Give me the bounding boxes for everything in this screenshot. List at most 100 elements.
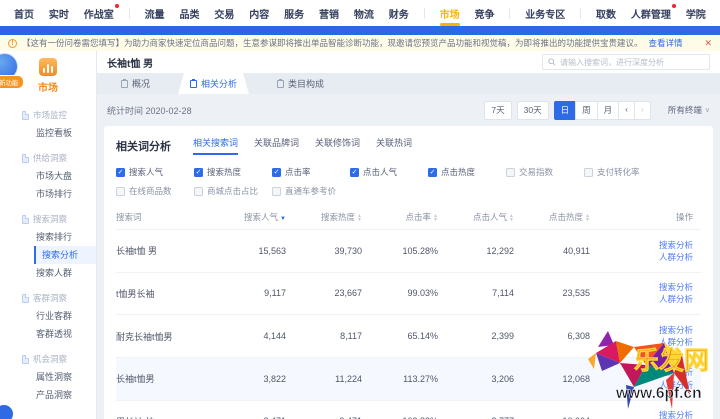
related-words-card: 相关词分析 相关搜索词关联品牌词关联修饰词关联热词 ✓搜索人气✓搜索热度✓点击率…: [104, 126, 713, 419]
sidebar-section: 机会洞察: [0, 350, 96, 368]
nav-item[interactable]: 人群管理: [631, 1, 671, 26]
table-row[interactable]: t恤男长袖9,11723,66799.03%7,11423,535搜索分析人群分…: [116, 272, 701, 315]
table-row[interactable]: 男长袖t恤3,4719,471109.83%2,77710,004搜索分析人群分…: [116, 400, 701, 419]
granularity-button[interactable]: 周: [575, 101, 598, 120]
sidebar: 新功能 市场 市场监控监控看板供给洞察市场大盘市场排行搜索洞察搜索排行搜索分析搜…: [0, 51, 97, 419]
table-header-row: 搜索词搜索人气▼搜索热度▲▼点击率▲▼点击人气▲▼点击热度▲▼操作: [116, 205, 701, 230]
filter-checkbox[interactable]: ✓点击率: [272, 166, 350, 178]
column-header[interactable]: 搜索热度▲▼: [310, 205, 386, 230]
sidebar-item[interactable]: 搜索排行: [0, 228, 96, 246]
column-header[interactable]: 点击人气▲▼: [462, 205, 538, 230]
sidebar-item[interactable]: 监控看板: [0, 124, 96, 142]
filter-checkbox[interactable]: 商城点击占比: [194, 185, 272, 197]
range-button[interactable]: 30天: [517, 101, 549, 120]
value-cell: 105.28%: [386, 230, 462, 273]
granularity-button[interactable]: 月: [597, 101, 620, 120]
sort-desc-icon[interactable]: ▼: [280, 216, 286, 222]
analysis-link[interactable]: 搜索分析: [614, 281, 693, 293]
filter-checkbox[interactable]: 交易指数: [506, 166, 584, 178]
card-tab[interactable]: 关联热词: [376, 136, 412, 155]
sort-icon[interactable]: ▲▼: [509, 214, 514, 222]
nav-item[interactable]: 作战室: [84, 1, 114, 26]
sidebar-item[interactable]: 属性洞察: [0, 368, 96, 386]
market-icon: [39, 58, 57, 76]
close-icon[interactable]: ✕: [704, 38, 712, 49]
nav-item[interactable]: 服务: [284, 1, 304, 26]
nav-item[interactable]: 营销: [319, 1, 339, 26]
value-cell: 9,117: [234, 272, 310, 315]
filter-checkbox[interactable]: ✓点击热度: [428, 166, 506, 178]
sidebar-section-label: 市场监控: [33, 109, 67, 121]
filter-checkbox[interactable]: ✓搜索人气: [116, 166, 194, 178]
granularity-button[interactable]: 日: [554, 101, 577, 120]
nav-item[interactable]: 首页: [14, 1, 34, 26]
table-row[interactable]: 长袖t恤 男15,56339,730105.28%12,29240,911搜索分…: [116, 230, 701, 273]
card-tab[interactable]: 相关搜索词: [193, 136, 238, 155]
nav-item[interactable]: 取数: [596, 1, 616, 26]
range-button[interactable]: 7天: [484, 101, 511, 120]
card-tab[interactable]: 关联品牌词: [254, 136, 299, 155]
value-cell: 7,114: [462, 272, 538, 315]
sidebar-item[interactable]: 搜索分析: [34, 246, 96, 264]
nav-item[interactable]: 品类: [179, 1, 199, 26]
filter-checkbox[interactable]: 直通车参考价: [272, 185, 350, 197]
top-nav: 首页实时作战室 流量品类交易内容服务营销物流财务 市场竞争 业务专区 取数人群管理学院: [0, 0, 720, 26]
filter-checkbox[interactable]: ✓点击人气: [350, 166, 428, 178]
floating-assistant-icon[interactable]: [0, 405, 13, 419]
nav-item[interactable]: 内容: [249, 1, 269, 26]
filter-checkbox[interactable]: ✓搜索热度: [194, 166, 272, 178]
nav-item[interactable]: 交易: [214, 1, 234, 26]
analysis-link[interactable]: 搜索分析: [614, 324, 693, 336]
tab-label: 类目构成: [288, 77, 324, 90]
card-tab[interactable]: 关联修饰词: [315, 136, 360, 155]
nav-item[interactable]: 竞争: [474, 1, 494, 26]
info-icon: !: [8, 39, 17, 48]
filter-label: 支付转化率: [597, 166, 640, 178]
nav-item[interactable]: 实时: [49, 1, 69, 26]
analysis-link[interactable]: 搜索分析: [614, 239, 693, 251]
search-box[interactable]: [542, 54, 710, 70]
nav-item[interactable]: 市场: [440, 1, 460, 26]
notice-detail-link[interactable]: 查看详情: [649, 37, 683, 49]
analysis-link[interactable]: 搜索分析: [614, 366, 693, 378]
value-cell: 12,068: [538, 357, 614, 400]
value-cell: 99.03%: [386, 272, 462, 315]
table-row[interactable]: 长袖t恤男3,82211,224113.27%3,20612,068搜索分析人群…: [116, 357, 701, 400]
nav-item[interactable]: 物流: [354, 1, 374, 26]
sidebar-item[interactable]: 产品洞察: [0, 386, 96, 404]
tab[interactable]: 相关分析: [178, 73, 249, 94]
tab[interactable]: 概况: [109, 73, 162, 94]
table-row[interactable]: 耐克长袖t恤男4,1448,11765.14%2,3996,308搜索分析人群分…: [116, 315, 701, 358]
tab[interactable]: 类目构成: [265, 73, 336, 94]
value-cell: 11,224: [310, 357, 386, 400]
analysis-link[interactable]: 人群分析: [614, 251, 693, 263]
sort-icon[interactable]: ▲▼: [585, 214, 590, 222]
terminal-filter[interactable]: 所有终端 ∨: [668, 104, 710, 116]
analysis-link[interactable]: 人群分析: [614, 379, 693, 391]
column-header[interactable]: 点击热度▲▼: [538, 205, 614, 230]
sidebar-section-label: 供给洞察: [33, 152, 67, 164]
analysis-link[interactable]: 人群分析: [614, 293, 693, 305]
sidebar-item[interactable]: 客群透视: [0, 325, 96, 343]
prev-button[interactable]: ‹: [618, 101, 635, 120]
nav-item[interactable]: 业务专区: [525, 1, 565, 26]
keyword-cell: 长袖t恤 男: [116, 230, 234, 273]
search-input[interactable]: [560, 58, 704, 67]
analysis-link[interactable]: 搜索分析: [614, 409, 693, 419]
column-header[interactable]: 点击率▲▼: [386, 205, 462, 230]
analysis-link[interactable]: 人群分析: [614, 336, 693, 348]
sort-icon[interactable]: ▲▼: [433, 214, 438, 222]
checkbox-icon: ✓: [350, 168, 359, 177]
sidebar-item[interactable]: 搜索人群: [0, 264, 96, 282]
sidebar-item[interactable]: 市场排行: [0, 185, 96, 203]
value-cell: 2,399: [462, 315, 538, 358]
nav-item[interactable]: 财务: [389, 1, 409, 26]
filter-checkbox[interactable]: 支付转化率: [584, 166, 662, 178]
nav-item[interactable]: 学院: [686, 1, 706, 26]
sort-icon[interactable]: ▲▼: [357, 214, 362, 222]
nav-item[interactable]: 流量: [145, 1, 165, 26]
sidebar-item[interactable]: 市场大盘: [0, 167, 96, 185]
column-header[interactable]: 搜索人气▼: [234, 205, 310, 230]
sidebar-item[interactable]: 行业客群: [0, 307, 96, 325]
filter-checkbox[interactable]: 在线商品数: [116, 185, 194, 197]
